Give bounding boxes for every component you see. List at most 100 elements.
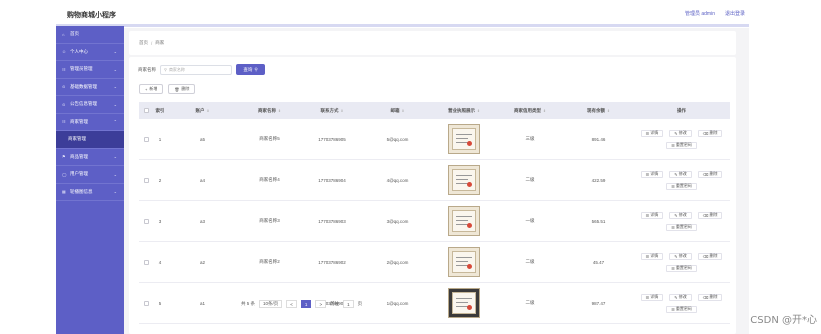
detail-label: 详情 [650, 294, 659, 299]
sidebar-item-3[interactable]: ⊙ 基础数据管理 ⌄ [56, 79, 124, 96]
header-level[interactable]: 商家信用类型 ⇕ [496, 108, 564, 114]
trash-icon: ⌫ [702, 130, 709, 136]
next-page-button[interactable]: > [315, 300, 327, 308]
search-button-icon: ⚲ [254, 66, 258, 72]
cell-email: 2@qq.com [386, 259, 409, 265]
row-delete-button[interactable]: ⌫ 删除 [697, 293, 723, 301]
detail-button[interactable]: ☰ 详情 [640, 129, 664, 137]
cell-name: 商家名称4 [259, 177, 280, 182]
row-checkbox[interactable] [143, 300, 149, 306]
page: 购物商城小程序 管理员 admin 退出登录 ⌂ 首页 ☺ 个人中心 ⌄ ☷ 管理员管理 ⌄ ⊙… [0, 0, 821, 334]
chevron-icon: ⌄ [113, 101, 117, 107]
row-checkbox-cell [139, 218, 153, 224]
cell-level: 二级 [525, 300, 535, 305]
sidebar-item-label: 用户管理 [70, 171, 88, 177]
sidebar-item-2[interactable]: ☷ 管理员管理 ⌄ [56, 61, 124, 79]
cell-license [432, 247, 496, 277]
edit-button[interactable]: ✎ 修改 [669, 252, 692, 260]
reset-password-button[interactable]: ☰ 重置密码 [666, 305, 697, 313]
sidebar-item-5[interactable]: ☷ 商家管理 ⌃ [56, 114, 124, 131]
edit-button[interactable]: ✎ 修改 [669, 170, 692, 178]
ops-group: ☰ 详情 ✎ 修改 ⌫ 删除 ☰ 重置密码 [640, 170, 723, 190]
cell-license [432, 124, 496, 154]
sidebar-item-label: 基础数据管理 [70, 83, 97, 89]
breadcrumb-home[interactable]: 首页 [139, 40, 148, 46]
row-delete-button[interactable]: ⌫ 删除 [697, 211, 723, 219]
breadcrumb-separator: / [151, 40, 153, 46]
page-1-button[interactable]: 1 [300, 300, 312, 308]
license-image[interactable] [448, 206, 480, 236]
prev-page-button[interactable]: < [286, 300, 297, 308]
header-name-label: 商家名称 [258, 107, 277, 113]
license-image[interactable] [448, 288, 480, 318]
table-header: 索引 账户 ⇕ 商家名称 ⇕ 联系方式 ⇕ 邮箱 ⇕ 营业执照展示 ⇕ 商家信用类型 ⇕ 现… [139, 102, 730, 119]
row-checkbox[interactable] [143, 177, 149, 183]
cell-email: 3@qq.com [386, 218, 409, 224]
edit-icon: ✎ [674, 294, 678, 300]
detail-button[interactable]: ☰ 详情 [640, 252, 664, 260]
sort-icon: ⇕ [543, 108, 546, 113]
sort-icon: ⇕ [278, 108, 281, 113]
action-row: + 新增 🗑 删除 [139, 84, 196, 94]
search-row: 商家名称 ⚲ 商家名称 查询 ⚲ [138, 64, 265, 75]
row-delete-button[interactable]: ⌫ 删除 [697, 252, 723, 260]
edit-button[interactable]: ✎ 修改 [669, 293, 692, 301]
chevron-icon: ⌄ [113, 171, 117, 177]
sidebar-item-1[interactable]: ☺ 个人中心 ⌄ [56, 44, 124, 61]
row-checkbox-cell [139, 136, 153, 142]
header-ops: 操作 [677, 107, 686, 113]
ops-group: ☰ 详情 ✎ 修改 ⌫ 删除 ☰ 重置密码 [640, 129, 723, 149]
reset-password-label: 重置密码 [675, 265, 692, 270]
search-button[interactable]: 查询 ⚲ [236, 64, 265, 75]
sidebar-item-4[interactable]: ⊙ 公告信息管理 ⌄ [56, 96, 124, 114]
sidebar-item-label: 管理员管理 [70, 66, 93, 72]
sidebar-item-7[interactable]: ⚑ 商品管理 ⌄ [56, 149, 124, 166]
search-input[interactable]: ⚲ 商家名称 [160, 64, 232, 75]
admin-icon: ☷ [62, 66, 66, 72]
detail-button[interactable]: ☰ 详情 [640, 170, 664, 178]
detail-button[interactable]: ☰ 详情 [640, 211, 664, 219]
cell-index: 3 [158, 218, 162, 224]
reset-password-button[interactable]: ☰ 重置密码 [666, 141, 697, 149]
license-image[interactable] [448, 124, 480, 154]
ops-group: ☰ 详情 ✎ 修改 ⌫ 删除 ☰ 重置密码 [640, 211, 723, 231]
row-delete-button[interactable]: ⌫ 删除 [697, 129, 723, 137]
trash-icon: ⌫ [702, 171, 709, 177]
seal-icon [467, 264, 472, 269]
sidebar-item-0[interactable]: ⌂ 首页 [56, 26, 124, 44]
license-image[interactable] [448, 247, 480, 277]
license-image[interactable] [448, 165, 480, 195]
edit-button[interactable]: ✎ 修改 [669, 211, 692, 219]
sidebar-item-9[interactable]: ▦ 轮播图信息 ⌄ [56, 184, 124, 201]
reset-password-button[interactable]: ☰ 重置密码 [666, 223, 697, 231]
seal-icon [467, 141, 472, 146]
reset-password-label: 重置密码 [675, 183, 692, 188]
sidebar-item-8[interactable]: ◯ 用户管理 ⌄ [56, 166, 124, 184]
reset-password-label: 重置密码 [675, 306, 692, 311]
header-account[interactable]: 账户 ⇕ [167, 108, 238, 114]
detail-button[interactable]: ☰ 详情 [640, 293, 664, 301]
edit-button[interactable]: ✎ 修改 [669, 129, 692, 137]
goto-page-input[interactable]: 1 [343, 300, 354, 308]
delete-button[interactable]: 🗑 删除 [168, 84, 196, 94]
row-checkbox-cell [139, 177, 153, 183]
header-email[interactable]: 邮箱 ⇕ [363, 108, 432, 114]
header-phone-label: 联系方式 [320, 107, 339, 113]
header-license[interactable]: 营业执照展示 ⇕ [432, 108, 496, 114]
page-size-select[interactable]: 10条/页 [259, 300, 283, 308]
header-phone[interactable]: 联系方式 ⇕ [301, 108, 363, 114]
select-all-checkbox[interactable] [143, 108, 149, 113]
sidebar-item-6[interactable]: 商家管理 [56, 131, 124, 149]
reset-password-button[interactable]: ☰ 重置密码 [666, 182, 697, 190]
row-delete-button[interactable]: ⌫ 删除 [697, 170, 723, 178]
header-name[interactable]: 商家名称 ⇕ [238, 108, 301, 114]
add-button[interactable]: + 新增 [139, 84, 164, 94]
cell-account: a1 [199, 300, 205, 306]
cell-phone: 17703786904 [318, 177, 346, 183]
reset-password-button[interactable]: ☰ 重置密码 [666, 264, 697, 272]
logout-link[interactable]: 退出登录 [725, 10, 745, 17]
row-checkbox[interactable] [143, 136, 149, 142]
header-balance[interactable]: 现有余额 ⇕ [564, 108, 633, 114]
row-checkbox[interactable] [143, 259, 149, 265]
row-checkbox[interactable] [143, 218, 149, 224]
